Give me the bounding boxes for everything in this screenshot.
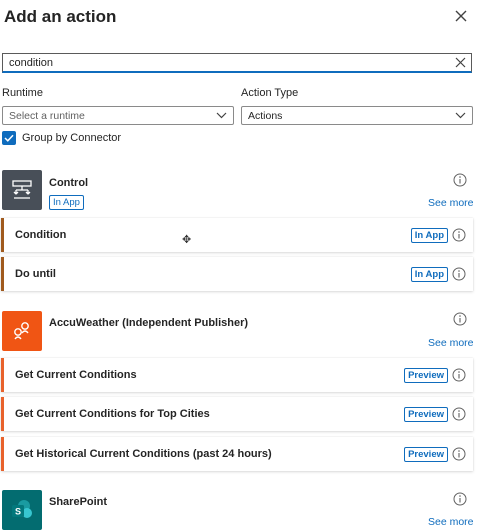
- control-icon: [2, 170, 42, 210]
- action-row-condition[interactable]: Condition In App: [1, 218, 473, 252]
- action-type-value: Actions: [248, 109, 283, 122]
- see-more-link-sharepoint[interactable]: See more: [428, 516, 474, 528]
- svg-text:S: S: [15, 507, 21, 517]
- connector-name-control: Control: [49, 177, 89, 189]
- runtime-placeholder: Select a runtime: [9, 109, 85, 122]
- checkbox-checked-icon[interactable]: [2, 131, 16, 145]
- preview-badge: Preview: [404, 446, 448, 462]
- connector-name-sharepoint: SharePoint: [49, 496, 108, 508]
- see-more-link-control[interactable]: See more: [428, 197, 474, 209]
- mouse-cursor-icon: ✥: [182, 234, 192, 246]
- action-type-label: Action Type: [241, 87, 299, 99]
- group-by-connector-label: Group by Connector: [22, 132, 122, 144]
- accuweather-icon: [2, 311, 42, 351]
- close-button[interactable]: [450, 5, 472, 27]
- action-row-get-historical-current-conditions[interactable]: Get Historical Current Conditions (past …: [1, 437, 473, 471]
- info-icon[interactable]: [453, 492, 467, 506]
- runtime-label: Runtime: [2, 87, 43, 99]
- group-by-connector-checkbox[interactable]: Group by Connector: [2, 131, 121, 145]
- see-more-link-accuweather[interactable]: See more: [428, 337, 474, 349]
- close-icon[interactable]: [454, 9, 468, 23]
- action-label: Get Current Conditions: [15, 369, 137, 381]
- action-label: Do until: [15, 268, 56, 280]
- info-icon[interactable]: [452, 447, 466, 461]
- info-icon[interactable]: [452, 228, 466, 242]
- action-row-get-current-conditions-top-cities[interactable]: Get Current Conditions for Top Cities Pr…: [1, 397, 473, 431]
- chevron-down-icon: [455, 112, 466, 119]
- clear-search-button[interactable]: [451, 54, 469, 72]
- info-icon[interactable]: [453, 312, 467, 326]
- panel-title: Add an action: [4, 7, 117, 26]
- action-row-do-until[interactable]: Do until In App: [1, 257, 473, 291]
- search-input[interactable]: [9, 56, 451, 69]
- chevron-down-icon: [216, 112, 227, 119]
- info-icon[interactable]: [453, 173, 467, 187]
- connector-name-accuweather: AccuWeather (Independent Publisher): [49, 317, 249, 329]
- preview-badge: Preview: [404, 367, 448, 383]
- info-icon[interactable]: [452, 368, 466, 382]
- action-row-get-current-conditions[interactable]: Get Current Conditions Preview: [1, 358, 473, 392]
- action-type-dropdown[interactable]: Actions: [241, 106, 473, 125]
- in-app-badge: In App: [410, 227, 448, 243]
- info-icon[interactable]: [452, 267, 466, 281]
- info-icon[interactable]: [452, 407, 466, 421]
- clear-icon[interactable]: [455, 57, 466, 68]
- preview-badge: Preview: [404, 406, 448, 422]
- action-label: Get Current Conditions for Top Cities: [15, 408, 210, 420]
- in-app-badge: In App: [410, 266, 448, 282]
- sharepoint-icon: S: [2, 490, 42, 530]
- action-label: Condition: [15, 229, 67, 241]
- in-app-badge: In App: [49, 195, 84, 210]
- action-label: Get Historical Current Conditions (past …: [15, 448, 272, 460]
- runtime-dropdown[interactable]: Select a runtime: [2, 106, 234, 125]
- search-field[interactable]: [2, 53, 472, 73]
